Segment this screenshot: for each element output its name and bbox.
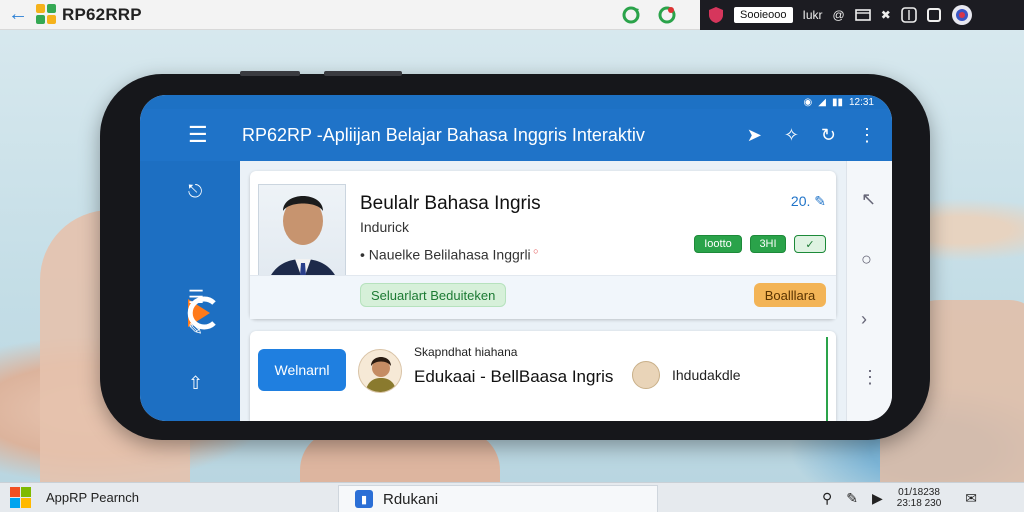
course-subtitle: Indurick [360, 219, 410, 235]
progress-indicator-line [826, 337, 828, 421]
square-icon[interactable] [926, 8, 941, 22]
back-arrow-icon[interactable]: ← [0, 0, 36, 30]
app-bar: ☰ RP62RP -Apliijan Belajar Bahasa Inggri… [140, 109, 892, 161]
more-vertical-icon[interactable]: ⋮ [861, 367, 879, 388]
lesson-right-label: Ihdudakdle [672, 367, 741, 383]
phone-side-button [324, 71, 402, 76]
clock: 01/18238 23:18 230 [896, 487, 942, 509]
search-icon[interactable]: ○ [861, 249, 872, 270]
status-time: 12:31 [848, 96, 874, 108]
media-icon[interactable]: ▶ [872, 490, 883, 507]
card-footer [250, 275, 836, 319]
start-lesson-button[interactable]: Seluarlart Beduiteken [360, 283, 507, 307]
wifi-icon: ◉ [803, 96, 813, 108]
taskbar-window-title: Rdukani [383, 490, 439, 508]
tag-icon[interactable]: ⎋ [188, 181, 202, 202]
course-progress-number: 20. ✎ [790, 193, 826, 209]
right-side-panel: ↖ ○ › ⋮ [846, 161, 892, 421]
taskbar-active-window[interactable]: ▮ Rdukani [338, 485, 658, 512]
notification-icon[interactable]: ✉ [965, 490, 977, 507]
profile-avatar-icon[interactable] [951, 4, 973, 26]
orange-action-button[interactable]: Boalllara [754, 283, 826, 307]
address-field[interactable]: Sooieooo [734, 7, 793, 23]
phone-screen: ◉ ◢ ▮▮ 12:31 ☰ RP62RP -Apliijan Belajar … [140, 95, 892, 421]
chevron-right-icon[interactable]: › [861, 309, 867, 330]
at-icon[interactable]: @ [833, 8, 845, 22]
edit-icon[interactable]: ✎ [188, 319, 203, 340]
lesson-title: Edukaai - BellBaasa Ingris [414, 367, 614, 386]
check-chip-icon[interactable]: ✓ [794, 235, 826, 253]
sync-icon[interactable] [620, 4, 642, 26]
share-icon[interactable]: ➤ [747, 125, 762, 146]
phone-status-bar: ◉ ◢ ▮▮ 12:31 [140, 95, 892, 109]
extension-icon[interactable] [656, 4, 678, 26]
window-app-icon: ▮ [355, 490, 373, 508]
phone-side-button [240, 71, 300, 76]
window-icon[interactable] [854, 9, 871, 21]
taskbar-app-label[interactable]: AppRP Pearnch [46, 490, 139, 505]
shield-icon[interactable] [708, 6, 724, 24]
status-chip[interactable]: 3HI [750, 235, 786, 253]
home-icon[interactable]: ⇧ [188, 373, 203, 394]
app-bar-title: RP62RP -Apliijan Belajar Bahasa Inggris … [242, 124, 645, 145]
navigation-rail: ⎋ ☰ ✎ ⇧ [140, 161, 240, 421]
course-card[interactable]: Beulalr Bahasa Ingris Indurick • Nauelke… [250, 171, 836, 319]
instructor-avatar [358, 349, 402, 393]
battery-icon: ▮▮ [831, 96, 843, 108]
window-title: RP62RRP [62, 4, 142, 24]
book-icon[interactable] [900, 7, 917, 23]
system-tray: Sooieooo Iukr @ ✖ [700, 0, 1024, 30]
app-launcher-icon[interactable] [10, 487, 32, 509]
app-logo-icon [36, 3, 58, 26]
lesson-caption: Skapndhat hiahana [414, 345, 518, 359]
refresh-icon[interactable]: ↻ [821, 125, 836, 146]
student-avatar [632, 361, 660, 389]
course-title: Beulalr Bahasa Ingris [360, 193, 541, 214]
puzzle-icon[interactable]: ✧ [784, 125, 799, 146]
cursor-icon[interactable]: ↖ [861, 189, 876, 210]
lesson-card[interactable]: Welnarnl Skapndhat hiahana Edukaai - Bel… [250, 331, 836, 421]
list-icon[interactable]: ☰ [188, 287, 204, 308]
more-vertical-icon[interactable]: ⋮ [858, 125, 876, 146]
search-icon[interactable]: ⚲ [822, 490, 832, 507]
tray-label: Iukr [802, 8, 823, 22]
status-chip[interactable]: Iootto [694, 235, 742, 253]
taskbar: AppRP Pearnch ▮ Rdukani ⚲ ✎ ▶ 01/18238 23… [0, 482, 1024, 512]
webinar-button[interactable]: Welnarnl [258, 349, 346, 391]
course-bullet: • Nauelke Belilahasa Inggrli ○ [360, 246, 539, 263]
menu-icon[interactable]: ☰ [188, 122, 228, 148]
window-title-bar: ← RP62RRP Sooieooo Iukr @ ✖ [0, 0, 1024, 30]
close-x-icon[interactable]: ✖ [881, 8, 891, 22]
pen-icon[interactable]: ✎ [846, 490, 858, 507]
signal-icon: ◢ [818, 96, 826, 108]
